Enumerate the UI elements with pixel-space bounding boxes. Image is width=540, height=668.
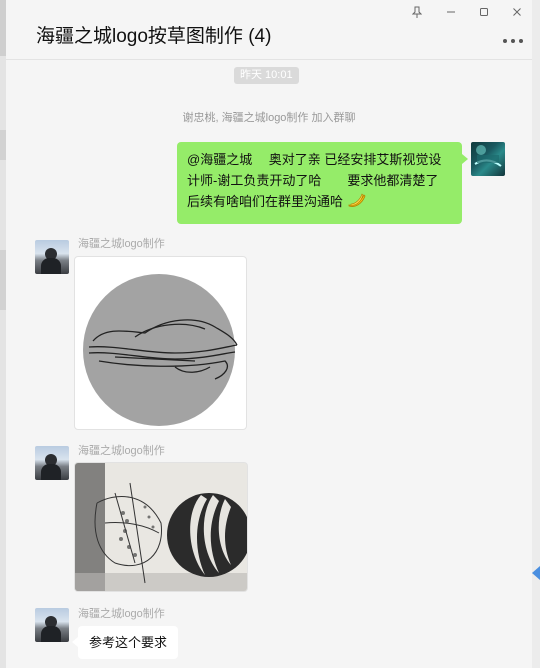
side-tab-indicator[interactable] (532, 566, 540, 580)
title-bar: 海疆之城logo按草图制作 (4) (6, 0, 532, 60)
more-icon[interactable] (500, 36, 526, 46)
image-message[interactable] (74, 256, 247, 430)
close-icon[interactable] (502, 2, 532, 22)
self-avatar[interactable] (471, 142, 505, 176)
right-window-edge (532, 0, 540, 668)
sender-avatar[interactable] (35, 608, 69, 642)
minimize-icon[interactable] (436, 2, 466, 22)
message-bubble[interactable]: 参考这个要求 (71, 626, 179, 659)
message-list[interactable]: 昨天 10:01 谢忠桃, 海疆之城logo制作 加入群聊 @海疆之城 奥对了亲… (6, 60, 532, 668)
banana-icon (347, 192, 367, 214)
pin-icon[interactable] (402, 2, 432, 22)
image-message[interactable] (74, 462, 248, 592)
chat-title: 海疆之城logo按草图制作 (4) (36, 26, 272, 47)
maximize-icon[interactable] (469, 2, 499, 22)
self-message-bubble[interactable]: @海疆之城 奥对了亲 已经安排艾斯视觉设计师-谢工负责开动了哈 要求他都清楚了 … (177, 142, 468, 224)
chat-window: 海疆之城logo按草图制作 (4) 昨天 10:01 谢忠桃, 海疆之城logo… (6, 0, 532, 668)
timestamp-badge: 昨天 10:01 (234, 67, 299, 84)
sender-avatar[interactable] (35, 446, 69, 480)
sender-name: 海疆之城logo制作 (78, 238, 165, 250)
sender-name: 海疆之城logo制作 (78, 608, 165, 620)
sender-avatar[interactable] (35, 240, 69, 274)
sender-name: 海疆之城logo制作 (78, 445, 165, 457)
message-text: 参考这个要求 (89, 635, 168, 650)
self-message-text: @海疆之城 奥对了亲 已经安排艾斯视觉设计师-谢工负责开动了哈 要求他都清楚了 … (187, 152, 452, 209)
system-message: 谢忠桃, 海疆之城logo制作 加入群聊 (182, 112, 356, 124)
